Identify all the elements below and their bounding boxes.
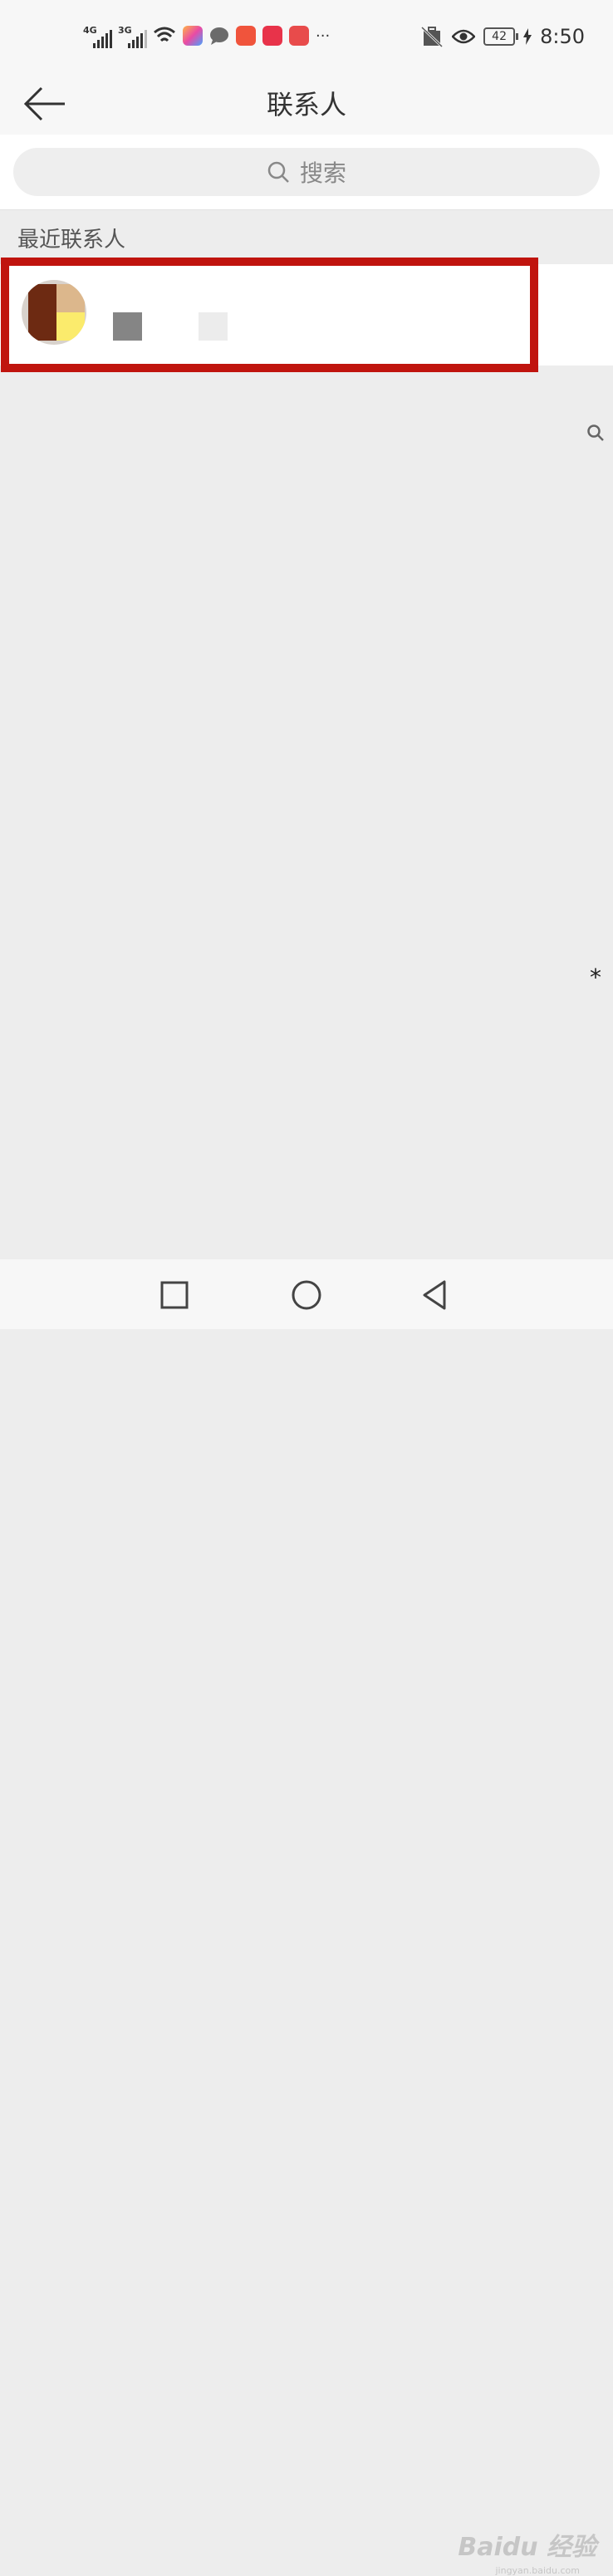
message-bubble-icon: [210, 27, 228, 45]
floating-search-icon[interactable]: [586, 424, 605, 442]
page-title: 联系人: [266, 89, 346, 120]
highlight-box: [1, 258, 538, 372]
search-area: 搜索: [0, 135, 613, 210]
eye-icon: [452, 29, 476, 44]
no-sim-icon: [421, 26, 444, 47]
signal-3g-icon: 3G: [118, 23, 147, 48]
status-bar-right: 42 8:50: [420, 25, 585, 48]
clock: 8:50: [540, 25, 585, 48]
charging-icon: [523, 28, 532, 45]
more-notifications-icon: ···: [316, 27, 331, 45]
app-header: 联系人: [0, 75, 613, 135]
recent-contacts-label: 最近联系人: [17, 228, 126, 253]
home-button[interactable]: [287, 1276, 326, 1314]
baidu-watermark-url: jingyan.baidu.com: [495, 2565, 580, 2576]
battery-icon: 42: [483, 27, 519, 46]
transsion-icon: [183, 26, 203, 46]
search-input[interactable]: 搜索: [13, 148, 600, 196]
signal-4g-icon: 4G: [83, 23, 112, 48]
index-star[interactable]: *: [590, 964, 601, 991]
status-bar: 4G 3G ··· 42 8:50: [0, 0, 613, 75]
search-icon: [267, 161, 289, 183]
back-button[interactable]: [417, 1276, 455, 1314]
baidu-watermark: Baidu 经验: [458, 2533, 596, 2562]
huawei-store-icon: [289, 26, 309, 46]
status-bar-left: 4G 3G ···: [83, 23, 330, 48]
recent-apps-button[interactable]: [155, 1276, 194, 1314]
wifi-icon: [154, 27, 175, 42]
nav-bar: Baidu 经验 jingyan.baidu.com: [0, 1259, 613, 2576]
wallet-icon: [236, 26, 256, 46]
book-icon: [262, 26, 282, 46]
search-placeholder: 搜索: [299, 159, 346, 187]
